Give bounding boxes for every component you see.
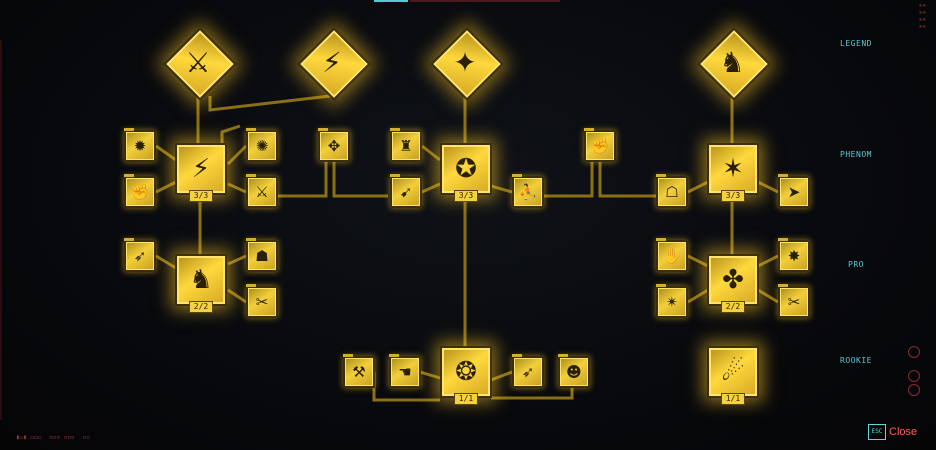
perk-center-1[interactable]: ♜ xyxy=(390,128,422,162)
level-badge: 2/2 xyxy=(721,301,745,313)
close-label: Close xyxy=(889,426,918,438)
warrior-icon: ✪ xyxy=(455,154,477,184)
legend-perk-1-icon: ⚔ xyxy=(185,45,211,79)
legend-perk-4[interactable]: ♞ xyxy=(697,27,771,101)
runner-icon: ➶ xyxy=(133,246,147,265)
legend-perk-1[interactable]: ⚔ xyxy=(163,27,237,101)
perk-bottom-3[interactable]: ➶ xyxy=(512,354,544,388)
hub-right-bottom[interactable]: ☄ 1/1 xyxy=(707,346,759,405)
grapple-icon: ✤ xyxy=(722,265,744,295)
hub-right-lower[interactable]: ✤ 2/2 xyxy=(707,254,759,313)
level-badge: 3/3 xyxy=(721,190,745,202)
fighter-icon: ✊ xyxy=(130,182,150,201)
perk-left-1[interactable]: ✹ xyxy=(124,128,156,162)
heavy-icon: ♜ xyxy=(399,136,413,155)
tier-label-pro: PRO xyxy=(848,260,864,269)
toggle-indicator xyxy=(908,370,920,382)
perk-mid-left-1[interactable]: ✥ xyxy=(318,128,350,162)
perk-right-1[interactable]: ☖ xyxy=(656,174,688,208)
toggle-indicator xyxy=(908,384,920,396)
fist-icon: ✋ xyxy=(662,246,682,265)
punch-icon: ✊ xyxy=(590,136,610,155)
hub-left-upper[interactable]: ⚡ 3/3 xyxy=(175,143,227,202)
legend-perk-3[interactable]: ✦ xyxy=(430,27,504,101)
hub-center[interactable]: ✪ 3/3 xyxy=(440,143,492,202)
perk-left-2[interactable]: ✊ xyxy=(124,174,156,208)
kick-icon: ✥ xyxy=(327,136,341,155)
perk-bottom-1[interactable]: ⚒ xyxy=(343,354,375,388)
grab-icon: ☚ xyxy=(398,362,412,381)
level-badge: 3/3 xyxy=(454,190,478,202)
perk-left-3[interactable]: ✺ xyxy=(246,128,278,162)
strike-icon: ⚡ xyxy=(191,154,211,184)
spirit-icon: ❂ xyxy=(455,357,477,387)
level-badge: 2/2 xyxy=(189,301,213,313)
level-badge: 3/3 xyxy=(189,190,213,202)
level-badge: 1/1 xyxy=(454,393,478,405)
left-edge-decor xyxy=(0,40,2,420)
blade-icon: ✂ xyxy=(255,292,269,311)
legend-perk-4-icon: ♞ xyxy=(719,45,745,79)
level-badge: 1/1 xyxy=(721,393,745,405)
perk-right-3[interactable]: ✋ xyxy=(656,238,688,272)
perk-bottom-4[interactable]: ☻ xyxy=(558,354,590,388)
tier-label-phenom: PHENOM xyxy=(840,150,872,159)
hub-right-upper[interactable]: ✶ 3/3 xyxy=(707,143,759,202)
perk-center-3[interactable]: ⛹ xyxy=(512,174,544,208)
perk-center-2[interactable]: ➹ xyxy=(390,174,422,208)
tier-label-legend: LEGEND xyxy=(840,39,872,48)
perk-left-7[interactable]: ✂ xyxy=(246,284,278,318)
crouch-strike-icon: ⚒ xyxy=(352,362,366,381)
soldier-icon: ⚔ xyxy=(255,182,269,201)
leap-icon: ⛹ xyxy=(518,182,538,201)
top-accent-bar-red xyxy=(410,0,560,2)
beast-icon: ♞ xyxy=(189,265,213,295)
sprint-icon: ➶ xyxy=(521,362,535,381)
legend-perk-3-icon: ✦ xyxy=(453,45,477,79)
corner-decor: ▪▪ ▪▪ ▪▪ ▪▪ xyxy=(918,2,926,30)
perk-left-4[interactable]: ⚔ xyxy=(246,174,278,208)
close-button[interactable]: ESC Close xyxy=(868,424,917,440)
tackle-icon: ☄ xyxy=(721,357,745,387)
perk-right-6[interactable]: ✂ xyxy=(778,284,810,318)
perk-bottom-2[interactable]: ☚ xyxy=(389,354,421,388)
burst-icon: ✺ xyxy=(255,136,269,155)
explosion-icon: ✹ xyxy=(133,136,147,155)
dodge-icon: ➹ xyxy=(399,182,413,201)
perk-right-5[interactable]: ✸ xyxy=(778,238,810,272)
crouch-icon: ☖ xyxy=(665,182,679,201)
perk-right-4[interactable]: ✴ xyxy=(656,284,688,318)
esc-key-icon: ESC xyxy=(868,424,886,440)
perk-right-2[interactable]: ➤ xyxy=(778,174,810,208)
legend-perk-2-icon: ⚡ xyxy=(322,45,342,79)
perk-mid-right-1[interactable]: ✊ xyxy=(584,128,616,162)
brawler-icon: ✶ xyxy=(722,154,744,184)
tier-label-rookie: ROOKIE xyxy=(840,356,872,365)
hub-bottom-center[interactable]: ❂ 1/1 xyxy=(440,346,492,405)
perk-left-5[interactable]: ➶ xyxy=(124,238,156,272)
cut-icon: ✂ xyxy=(787,292,801,311)
top-accent-bar xyxy=(374,0,408,2)
footer-decor: ▮▭▮ ▭▭▭ ▫▫▫ ▫▫▫ ▫▫ xyxy=(16,434,90,441)
impact-icon: ✸ xyxy=(787,246,801,265)
hub-left-lower[interactable]: ♞ 2/2 xyxy=(175,254,227,313)
legend-perk-2[interactable]: ⚡ xyxy=(297,27,371,101)
toggle-indicator xyxy=(908,346,920,358)
head-icon: ☻ xyxy=(566,362,582,381)
smash-icon: ✴ xyxy=(665,292,679,311)
figure-icon: ☗ xyxy=(255,246,269,265)
perk-left-6[interactable]: ☗ xyxy=(246,238,278,272)
rush-icon: ➤ xyxy=(787,182,801,201)
